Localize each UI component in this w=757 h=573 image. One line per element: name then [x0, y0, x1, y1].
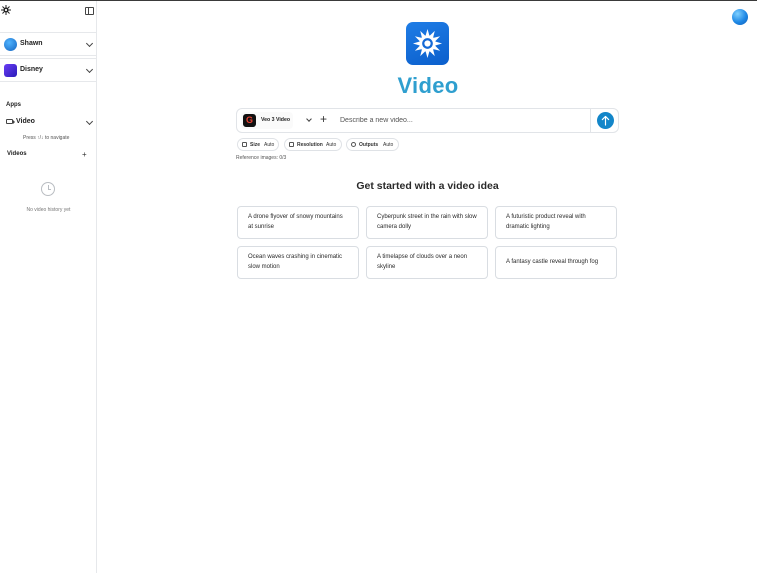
profile-avatar[interactable] [732, 9, 748, 25]
idea-card[interactable]: Ocean waves crashing in cinematic slow m… [237, 246, 359, 279]
resolution-value: Auto [326, 142, 337, 148]
chevron-down-icon [85, 65, 94, 74]
idea-card[interactable]: A timelapse of clouds over a neon skylin… [366, 246, 488, 279]
idea-card[interactable]: A drone flyover of snowy mountains at su… [237, 206, 359, 239]
org-name: Disney [20, 66, 43, 73]
video-app-icon [406, 22, 449, 65]
send-circle[interactable] [597, 112, 614, 129]
send-button[interactable] [590, 109, 620, 133]
chevron-down-icon [85, 117, 94, 126]
user-account-selector[interactable]: Shawn [0, 32, 97, 56]
chevron-down-icon[interactable] [306, 116, 312, 122]
size-option-button[interactable]: Size Auto [237, 138, 279, 151]
size-value: Auto [264, 142, 275, 148]
sidebar: Shawn Disney Apps Video Press ↑/↓ to nav… [0, 1, 97, 573]
prompt-input[interactable] [340, 113, 585, 128]
videos-section: Videos + [0, 149, 97, 163]
sun-icon [412, 28, 443, 59]
resolution-label: Resolution [297, 142, 323, 148]
sidebar-header [0, 1, 97, 23]
outputs-icon [351, 142, 356, 147]
org-selector[interactable]: Disney [0, 58, 97, 82]
collapse-sidebar-icon[interactable] [85, 7, 94, 15]
logo-icon[interactable] [1, 5, 11, 15]
org-avatar [4, 64, 17, 77]
size-label: Size [250, 142, 261, 148]
video-icon [6, 119, 15, 124]
outputs-value: Auto [383, 142, 394, 148]
add-video-plus-icon[interactable]: + [82, 151, 87, 159]
ideas-heading: Get started with a video idea [356, 180, 499, 192]
model-selector[interactable]: Veo 3 Video [241, 112, 293, 129]
resolution-option-button[interactable]: Resolution Auto [284, 138, 342, 151]
clock-icon [41, 182, 55, 196]
outputs-option-button[interactable]: Outputs Auto [346, 138, 399, 151]
sidebar-item-video[interactable]: Video [0, 115, 97, 131]
videos-label: Videos [7, 151, 27, 157]
sidebar-item-label: Video [16, 118, 35, 125]
video-prompt-composer: Veo 3 Video + [236, 108, 619, 133]
crop-icon [242, 142, 247, 147]
reference-images-count: Reference images: 0/3 [236, 155, 287, 161]
window-top-border [0, 0, 757, 1]
apps-section-label: Apps [6, 102, 21, 108]
outputs-label: Outputs [359, 142, 379, 148]
arrow-up-icon [601, 115, 610, 126]
add-reference-plus-icon[interactable]: + [320, 112, 327, 126]
user-avatar [4, 38, 17, 51]
navigate-hint: Press ↑/↓ to navigate [23, 135, 70, 141]
model-name: Veo 3 Video [261, 117, 291, 123]
page-title: Video [397, 73, 459, 98]
idea-card[interactable]: A fantasy castle reveal through fog [495, 246, 617, 279]
google-logo-icon [243, 114, 256, 127]
user-name: Shawn [20, 40, 43, 47]
monitor-icon [289, 142, 294, 147]
idea-card[interactable]: A futuristic product reveal with dramati… [495, 206, 617, 239]
idea-card[interactable]: Cyberpunk street in the rain with slow c… [366, 206, 488, 239]
empty-history-text: No video history yet [26, 207, 71, 213]
chevron-down-icon [85, 39, 94, 48]
